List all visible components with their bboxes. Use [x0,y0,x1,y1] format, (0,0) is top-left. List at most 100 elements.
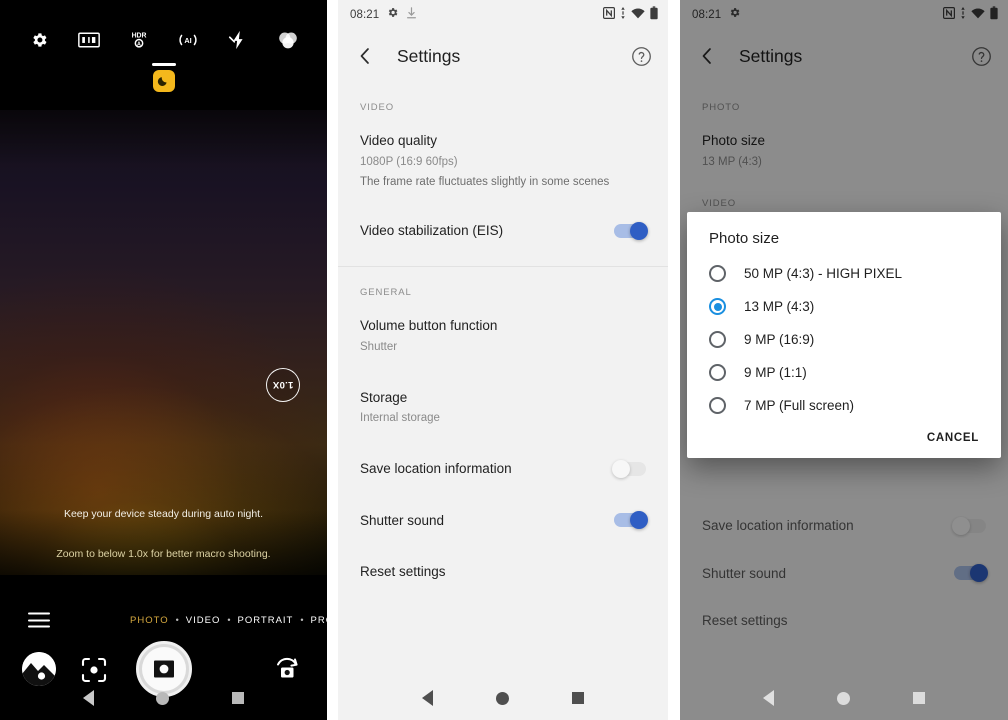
camera-mode-list: PHOTO • VIDEO • PORTRAIT • PRO • [130,610,327,630]
aspect-ratio-icon[interactable] [76,27,102,53]
shutter-sound-toggle[interactable] [614,511,648,530]
mode-separator-dot: • [300,615,304,625]
camera-app-panel: HDR A AI 1.0X Keep your device steady du… [0,0,327,720]
status-bar-left: 08:21 [350,6,417,24]
camera-mode-photo[interactable]: PHOTO [130,615,169,626]
radio-button[interactable] [709,364,726,381]
steady-hint-text: Keep your device steady during auto nigh… [63,508,264,520]
mode-underline [151,63,176,66]
night-mode-badge-icon[interactable] [152,70,175,92]
nav-home-button[interactable] [495,691,509,705]
wifi-icon [631,6,645,24]
filters-icon[interactable] [275,27,301,53]
setting-subtitle: 1080P (16:9 60fps) [360,155,458,168]
option-label: 13 MP (4:3) [744,299,815,314]
flash-off-icon[interactable] [225,27,251,53]
nav-home-button[interactable] [156,691,170,705]
dialog-title: Photo size [709,230,780,247]
settings-app-bar: Settings [338,30,668,82]
photo-size-option-13mp[interactable]: 13 MP (4:3) [687,290,1001,323]
camera-mode-video[interactable]: VIDEO [186,615,221,626]
photo-size-option-9mp-16-9[interactable]: 9 MP (16:9) [687,323,1001,356]
mode-separator-dot: • [175,615,179,625]
macro-hint-text: Zoom to below 1.0x for better macro shoo… [56,548,271,560]
settings-gear-icon[interactable] [26,27,52,53]
radio-button-selected[interactable] [709,298,726,315]
mode-separator-dot: • [227,615,231,625]
setting-shutter-sound[interactable]: Shutter sound [338,495,668,547]
setting-subtitle: Shutter [360,341,398,354]
status-bar: 08:21 [338,0,668,30]
setting-subtitle: Internal storage [360,412,440,425]
back-chevron-icon[interactable] [354,45,376,67]
radio-button[interactable] [709,265,726,282]
page-title: Settings [397,45,461,66]
setting-storage[interactable]: Storage Internal storage [338,368,668,439]
gear-icon [386,6,399,24]
nav-back-button[interactable] [763,690,775,706]
camera-mode-row: PHOTO • VIDEO • PORTRAIT • PRO • [0,610,327,630]
option-label: 9 MP (16:9) [744,332,815,347]
svg-text:HDR: HDR [131,32,146,39]
nav-recents-button[interactable] [912,692,925,704]
camera-top-bar: HDR A AI [0,0,327,110]
setting-title: Shutter sound [360,512,445,528]
camera-bottom-bar: PHOTO • VIDEO • PORTRAIT • PRO • [0,575,327,720]
setting-title: Storage [360,389,408,405]
setting-title: Video quality [360,133,438,148]
svg-text:A: A [137,42,141,48]
battery-icon [650,5,658,25]
option-label: 50 MP (4:3) - HIGH PIXEL [744,266,903,281]
three-panel-screenshot: HDR A AI 1.0X Keep your device steady du… [0,0,1008,720]
option-label: 7 MP (Full screen) [744,398,855,413]
setting-reset-settings[interactable]: Reset settings [338,546,668,594]
android-nav-bar [338,676,668,720]
photo-size-option-50mp[interactable]: 50 MP (4:3) - HIGH PIXEL [687,257,1001,290]
camera-mode-portrait[interactable]: PORTRAIT [237,615,293,626]
section-header-general: GENERAL [360,287,412,299]
setting-title: Save location information [360,460,512,476]
save-location-toggle[interactable] [612,459,646,478]
camera-top-icon-row: HDR A AI [0,27,327,53]
android-nav-bar [680,676,1008,720]
nav-home-button[interactable] [836,691,850,705]
svg-text:AI: AI [185,36,192,45]
setting-title: Reset settings [360,564,446,580]
setting-save-location[interactable]: Save location information [338,439,668,495]
dialog-actions: CANCEL [687,422,1001,450]
nav-back-button[interactable] [421,690,433,706]
ai-scene-icon[interactable]: AI [175,27,201,53]
zoom-level-indicator[interactable]: 1.0X [266,368,300,402]
camera-viewfinder[interactable]: 1.0X [0,110,327,575]
radio-button[interactable] [709,397,726,414]
download-icon [406,6,417,24]
radio-button[interactable] [709,331,726,348]
night-mode-indicator [151,63,176,92]
settings-panel-video: 08:21 Settings VIDEO Video quality 1080P… [338,0,668,720]
hdr-auto-icon[interactable]: HDR A [126,27,152,53]
mobile-data-icon [620,6,626,24]
help-circle-icon[interactable] [631,46,652,67]
camera-mode-pro[interactable]: PRO [311,615,328,626]
status-bar-clock: 08:21 [350,9,380,21]
setting-video-stabilization[interactable]: Video stabilization (EIS) [338,203,668,259]
setting-volume-button-function[interactable]: Volume button function Shutter [338,304,668,367]
photo-size-dialog: Photo size 50 MP (4:3) - HIGH PIXEL 13 M… [687,212,1001,458]
nav-recents-button[interactable] [572,692,585,704]
option-label: 9 MP (1:1) [744,365,807,380]
setting-subtitle-secondary: The frame rate fluctuates slightly in so… [360,176,610,189]
photo-size-option-7mp-full[interactable]: 7 MP (Full screen) [687,389,1001,422]
status-bar-right [602,5,658,25]
camera-more-modes-button[interactable] [28,612,50,628]
setting-video-quality[interactable]: Video quality 1080P (16:9 60fps) The fra… [338,119,668,203]
cancel-button[interactable]: CANCEL [927,432,979,444]
video-stabilization-toggle[interactable] [614,221,648,240]
photo-size-option-9mp-1-1[interactable]: 9 MP (1:1) [687,356,1001,389]
android-nav-bar [0,676,327,720]
nav-back-button[interactable] [83,690,95,706]
nfc-icon [602,6,616,24]
settings-panel-photo-size-dialog: 08:21 Settings PHOTO Photo size 13 MP (4… [680,0,1008,720]
section-header-video: VIDEO [360,102,395,113]
setting-title: Volume button function [360,318,498,334]
nav-recents-button[interactable] [231,692,244,704]
